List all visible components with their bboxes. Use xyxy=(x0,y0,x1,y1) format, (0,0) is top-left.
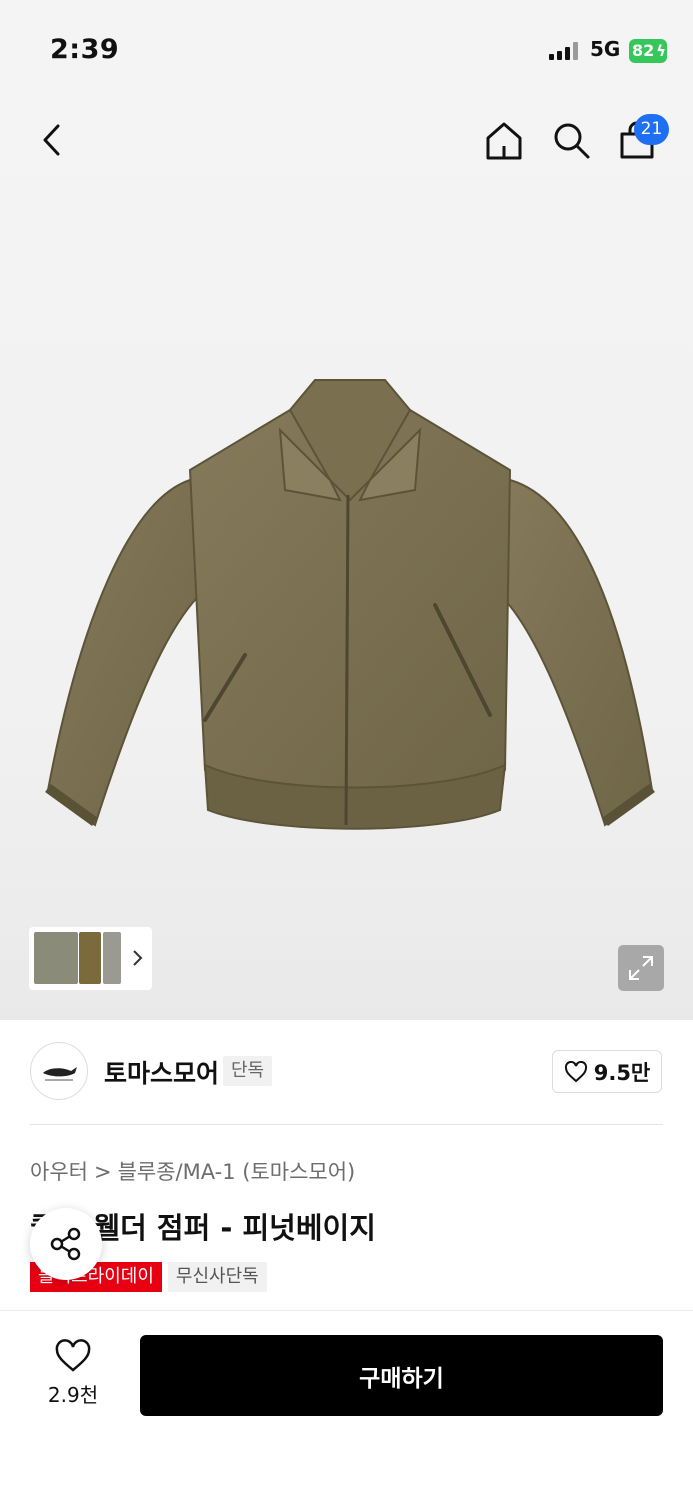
heart-icon xyxy=(55,1339,91,1372)
brand-like-count: 9.5만 xyxy=(593,1060,651,1085)
brand-row: 토마스모어 단독 9.5만 xyxy=(0,1020,693,1125)
battery-icon: 82 ϟ xyxy=(629,39,667,63)
buy-button[interactable]: 구매하기 xyxy=(140,1335,663,1416)
back-button[interactable] xyxy=(30,118,74,162)
breadcrumb-separator: > xyxy=(93,1160,112,1184)
chevron-right-icon[interactable] xyxy=(131,949,143,967)
product-jacket-image xyxy=(45,379,655,830)
breadcrumb-subcategory[interactable]: 블루종/MA-1 (토마스모어) xyxy=(118,1160,356,1184)
exclusive-musinsa-tag: 무신사단독 xyxy=(167,1262,267,1292)
brand-like-button[interactable]: 9.5만 xyxy=(552,1050,662,1093)
thumbnail-1[interactable] xyxy=(34,932,78,984)
home-button[interactable] xyxy=(482,118,526,162)
home-icon xyxy=(486,122,522,160)
cart-count-badge: 21 xyxy=(634,114,669,145)
bottom-action-bar: 2.9천 구매하기 xyxy=(0,1310,693,1501)
signal-icon xyxy=(549,42,581,60)
network-type: 5G xyxy=(590,37,621,61)
image-thumbnail-strip[interactable] xyxy=(29,927,152,990)
search-button[interactable] xyxy=(549,118,593,162)
brand-name[interactable]: 토마스모어 xyxy=(104,1054,219,1090)
share-icon xyxy=(50,1227,81,1261)
search-icon xyxy=(554,123,590,159)
divider xyxy=(30,1124,663,1125)
fullscreen-button[interactable] xyxy=(618,945,664,991)
breadcrumb: 아우터 > 블루종/MA-1 (토마스모어) xyxy=(30,1156,355,1186)
whale-logo-icon xyxy=(43,1067,77,1081)
exclusive-tag: 단독 xyxy=(223,1056,273,1086)
battery-level: 82 xyxy=(632,41,655,60)
product-image-area[interactable]: 2:39 5G 82 ϟ 21 xyxy=(0,0,693,1020)
status-time: 2:39 xyxy=(50,34,120,65)
breadcrumb-category[interactable]: 아우터 xyxy=(30,1160,88,1184)
share-button[interactable] xyxy=(30,1208,102,1280)
thumbnail-2[interactable] xyxy=(79,932,101,984)
expand-icon xyxy=(629,956,653,980)
back-chevron-icon xyxy=(43,124,60,156)
wishlist-button[interactable]: 2.9천 xyxy=(30,1339,116,1408)
charging-bolt-icon: ϟ xyxy=(656,42,666,60)
status-bar: 2:39 5G 82 ϟ xyxy=(0,0,693,100)
heart-icon xyxy=(564,1060,587,1082)
wishlist-count: 2.9천 xyxy=(47,1383,99,1407)
brand-logo[interactable] xyxy=(30,1042,88,1100)
thumbnail-3[interactable] xyxy=(103,932,121,984)
